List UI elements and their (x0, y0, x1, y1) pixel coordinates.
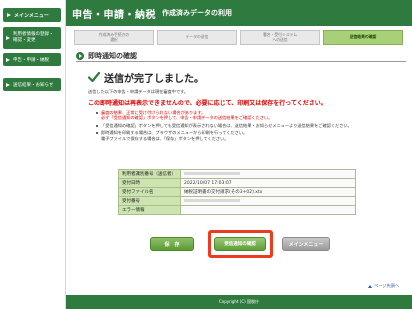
main-menu-button[interactable]: メインメニュー (282, 237, 330, 251)
warning-message: この即時通知は再表示できませんので、必要に応じて、印刷又は保存を行ってください。 (88, 100, 327, 107)
list-item: 即時通知を印刷する場合は、ブラウザのメニューから印刷を行ってください。 電子ファイ… (96, 130, 396, 141)
sidebar-item-main-menu[interactable]: メインメニュー (3, 8, 61, 22)
table-value (180, 169, 356, 179)
table-key: 受付日時 (118, 178, 181, 188)
redacted-value (184, 171, 240, 175)
step-send-data: データの送信 (157, 30, 237, 45)
table-key: エラー情報 (118, 205, 181, 215)
bullet-icon (96, 112, 98, 114)
check-receipt-button[interactable]: 受信通知の確認 (214, 237, 266, 251)
table-row: 受付番号 (118, 196, 356, 206)
save-button[interactable]: 保 存 (150, 237, 194, 251)
sidebar-item-label: 利用者情報の登録・ 確認・変更 (13, 32, 54, 43)
completion-message: 送信が完了しました。 (88, 70, 204, 85)
notice-list: 審査の結果、正常に受け付けられない場合があります。 必ず「受信通知の確認」ボタンを… (96, 110, 396, 143)
table-value: 納税証明書の交付請求(その3+02).xtx (180, 187, 356, 197)
table-row: 受付日時 2022/10/07 17:03:07 (118, 178, 356, 188)
sidebar-item-label: 申告・申請・納税 (13, 57, 49, 63)
table-key: 利用者識別番号（送信者） (118, 169, 181, 179)
page-subtitle: 作成済みデータの利用 (162, 9, 232, 17)
sidebar-item-user-info[interactable]: 利用者情報の登録・ 確認・変更 (3, 27, 61, 49)
table-value (180, 196, 356, 206)
arrow-right-icon (7, 13, 11, 17)
table-value (180, 205, 356, 215)
section-heading: 即時通知の確認 (76, 50, 406, 62)
step-result: 送信結果の確認 (323, 30, 403, 45)
completion-text: 送信が完了しました。 (104, 73, 204, 85)
progress-steps: 作成済み手続きの 選択 データの送信 署名・受付システム への送信 送信結果の確認 (74, 30, 406, 45)
list-item: 審査の結果、正常に受け付けられない場合があります。 必ず「受信通知の確認」ボタンを… (96, 110, 396, 121)
arrow-circle-icon (76, 51, 84, 60)
sidebar-item-filing[interactable]: 申告・申請・納税 (3, 53, 61, 66)
section-title: 即時通知の確認 (88, 51, 137, 60)
page-header: 申告・申請・納税 作成済みデータの利用 (66, 0, 412, 26)
table-row: エラー情報 (118, 205, 356, 215)
intro-note: 送信した以下の申告・申請データは現在審査中です。 (88, 89, 189, 94)
copyright-text: Copyright (C) 国税庁 (218, 299, 259, 304)
table-key: 受付番号 (118, 196, 181, 206)
checkmark-icon (88, 71, 100, 83)
step-select: 作成済み手続きの 選択 (74, 30, 154, 45)
bullet-icon (96, 124, 98, 127)
table-value: 2022/10/07 17:03:07 (180, 178, 356, 188)
table-row: 受付ファイル名 納税証明書の交付請求(その3+02).xtx (118, 187, 356, 197)
arrow-right-icon (6, 36, 10, 40)
arrow-right-icon (6, 57, 10, 62)
result-table: 利用者識別番号（送信者） 受付日時 2022/10/07 17:03:07 受付… (118, 169, 356, 215)
sidebar-item-label: メインメニュー (14, 12, 49, 19)
redacted-value (184, 198, 240, 202)
step-signature: 署名・受付システム への送信 (240, 30, 320, 45)
bullet-icon (96, 132, 98, 135)
sidebar-item-label: 送信結果・お知らせ (13, 82, 54, 88)
page-top-link[interactable]: ページ先頭へ (368, 283, 399, 289)
sidebar: メインメニュー 利用者情報の登録・ 確認・変更 申告・申請・納税 送信結果・お知ら… (0, 0, 66, 309)
list-item: 「受信通知の確認」ボタンを押しても受信通知が表示されない場合は、送信結果・お知ら… (96, 123, 396, 128)
footer: Copyright (C) 国税庁 (66, 295, 412, 309)
sidebar-item-results[interactable]: 送信結果・お知らせ (3, 78, 61, 91)
arrow-right-icon (6, 82, 10, 87)
table-key: 受付ファイル名 (118, 187, 181, 197)
triangle-up-icon (368, 284, 372, 288)
page-title: 申告・申請・納税 (72, 9, 156, 21)
table-row: 利用者識別番号（送信者） (118, 169, 356, 179)
